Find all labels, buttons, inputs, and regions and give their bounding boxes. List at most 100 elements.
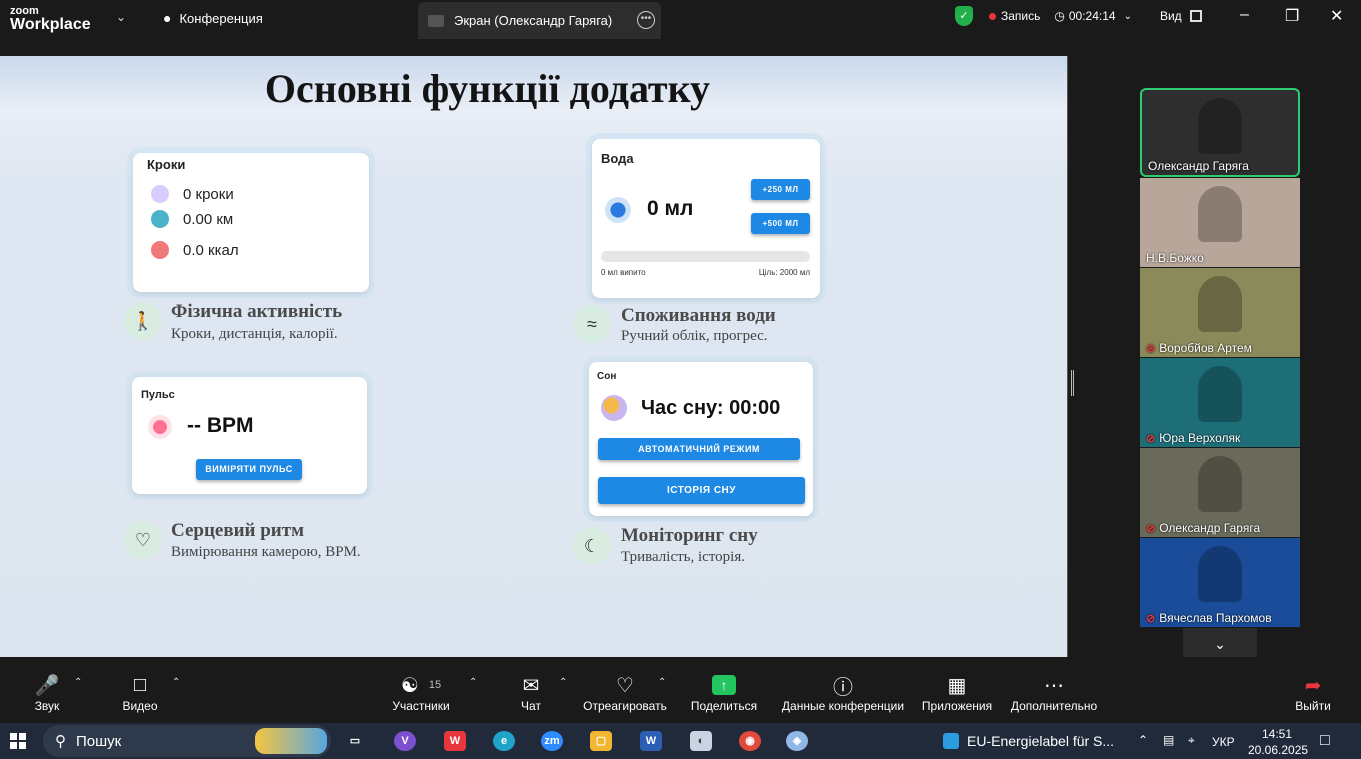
zoom-taskbar-icon[interactable]: zm <box>541 731 563 751</box>
search-highlight-image <box>255 728 327 754</box>
edge-icon[interactable]: e <box>493 731 515 751</box>
participant-video <box>1198 186 1242 242</box>
tray-chevron-icon[interactable]: ⌃ <box>1138 733 1148 747</box>
participants-label: Участники <box>392 699 450 713</box>
minimize-icon[interactable]: – <box>1240 6 1249 24</box>
shared-screen[interactable]: Основні функції додатку Кроки 0 кроки 0.… <box>0 56 1068 657</box>
paint-app-icon[interactable]: ◐ <box>690 731 712 751</box>
participant-tile[interactable]: Олександр Гаряга <box>1140 88 1300 177</box>
measure-pulse-button[interactable]: ВИМІРЯТИ ПУЛЬС <box>196 459 302 480</box>
more-button[interactable]: ⋯ Дополнительно <box>1008 671 1100 714</box>
sleep-card-title: Сон <box>597 371 617 382</box>
taskbar-notification[interactable]: EU-Energielabel für S... <box>943 733 1114 749</box>
search-icon: ⚲ <box>55 733 66 750</box>
chrome-icon[interactable]: ◉ <box>739 731 761 751</box>
apps-label: Приложения <box>921 699 993 713</box>
windows-taskbar: ⚲ Пошук ▭ V W e zm ▢ W ◐ ◉ ◈ EU-Energiel… <box>0 723 1361 759</box>
feature-title-sleep: Моніторинг сну <box>621 525 758 546</box>
close-icon[interactable]: ✕ <box>1330 6 1343 26</box>
tab-screen-share[interactable]: Экран (Олександр Гаряга) ••• <box>418 2 661 39</box>
zoom-logo: zoom Workplace <box>10 3 91 33</box>
participant-tile[interactable]: ⊘ Юра Верхоляк <box>1140 358 1300 447</box>
heart-icon <box>148 415 172 439</box>
taskbar-search[interactable]: ⚲ Пошук <box>43 725 331 757</box>
record-dot-icon <box>989 12 996 20</box>
participant-tile[interactable]: ⊘ Вячеслав Пархомов <box>1140 538 1300 627</box>
file-explorer-icon[interactable]: ▢ <box>590 731 612 751</box>
react-caret-icon[interactable]: ⌃ <box>658 677 666 688</box>
record-label[interactable]: Запись <box>1001 9 1040 23</box>
view-button[interactable]: Вид <box>1160 9 1182 23</box>
mic-muted-icon: ⊘ <box>1146 612 1156 625</box>
wps-office-icon[interactable]: W <box>444 731 466 751</box>
participant-name-text: Н.В.Божко <box>1146 251 1204 265</box>
panel-splitter[interactable] <box>1071 370 1074 396</box>
feature-title-water: Споживання води <box>621 305 776 326</box>
participant-name-text: Воробйов Артем <box>1159 341 1252 355</box>
chevron-down-icon[interactable]: ⌄ <box>116 10 126 24</box>
participant-tile[interactable]: Н.В.Божко <box>1140 178 1300 267</box>
sleep-history-button[interactable]: ІСТОРІЯ СНУ <box>598 477 805 504</box>
share-button[interactable]: ↑ Поделиться <box>688 671 760 713</box>
video-caret-icon[interactable]: ⌃ <box>172 677 180 688</box>
chat-caret-icon[interactable]: ⌃ <box>559 677 567 688</box>
water-amount: 0 мл <box>647 197 694 220</box>
participant-video <box>1198 546 1242 602</box>
exit-icon: ➦ <box>1304 674 1322 697</box>
tray-app-icon[interactable]: ▤ <box>1163 733 1174 747</box>
participants-button[interactable]: ☯ 15 Участники <box>390 671 452 714</box>
people-icon: ☯ 15 <box>400 674 442 697</box>
water-card-title: Вода <box>601 151 634 166</box>
tab-meeting[interactable]: ● Конференция <box>163 10 263 26</box>
pulse-card: Пульс -- BPM ВИМІРЯТИ ПУЛЬС <box>132 377 367 494</box>
add-250ml-button[interactable]: +250 МЛ <box>751 179 810 200</box>
chat-button[interactable]: ✉ Чат <box>514 671 548 714</box>
grid-icon[interactable] <box>1189 10 1202 22</box>
camera-icon: □ <box>133 673 147 696</box>
windows-start-icon[interactable] <box>10 733 26 749</box>
walking-icon: 🚶 <box>124 302 162 340</box>
location-icon <box>151 210 169 228</box>
paint-palette-icon[interactable]: ◈ <box>786 731 808 751</box>
react-label: Отреагировать <box>583 699 667 713</box>
language-indicator[interactable]: УКР <box>1212 735 1235 749</box>
shield-icon[interactable]: ✓ <box>955 6 973 26</box>
moon-cloud-icon <box>601 395 627 421</box>
meeting-info-button[interactable]: ⓘ Данные конференции <box>780 671 906 714</box>
audio-button[interactable]: 🎤 Звук <box>27 671 67 714</box>
auto-mode-button[interactable]: АВТОМАТИЧНИЙ РЕЖИМ <box>598 438 800 460</box>
maximize-icon[interactable]: ❐ <box>1285 6 1299 26</box>
word-icon[interactable]: W <box>640 731 662 751</box>
participant-tile[interactable]: ⊘ Олександр Гаряга <box>1140 448 1300 537</box>
title-bar: zoom Workplace ⌄ ● Конференция Экран (Ол… <box>0 0 1361 39</box>
meeting-timer: 00:24:14 <box>1068 9 1116 23</box>
taskbar-date[interactable]: 20.06.2025 <box>1248 743 1308 757</box>
leave-button[interactable]: ➦ Выйти <box>1292 671 1334 714</box>
task-view-icon[interactable]: ▭ <box>344 731 366 751</box>
water-progress-bar <box>601 251 810 262</box>
participant-video <box>1198 366 1242 422</box>
participant-video <box>1198 98 1242 154</box>
notifications-icon[interactable]: □ <box>1320 732 1330 750</box>
wifi-icon[interactable]: ⌖ <box>1188 733 1195 748</box>
react-button[interactable]: ♡ Отреагировать <box>582 671 668 714</box>
audio-caret-icon[interactable]: ⌃ <box>74 677 82 688</box>
viber-icon[interactable]: V <box>394 731 416 751</box>
add-500ml-button[interactable]: +500 МЛ <box>751 213 810 234</box>
participant-tile[interactable]: ⊘ Воробйов Артем <box>1140 268 1300 357</box>
calories-value: 0.0 ккал <box>183 241 239 259</box>
more-label: Дополнительно <box>1010 699 1098 713</box>
chevron-down-icon[interactable]: ⌄ <box>1124 11 1132 22</box>
shoe-icon <box>151 185 169 203</box>
apps-button[interactable]: ▦ Приложения <box>918 671 996 714</box>
mic-muted-icon: ⊘ <box>1146 522 1156 535</box>
participant-video <box>1198 276 1242 332</box>
more-options-icon[interactable]: ••• <box>637 11 655 29</box>
taskbar-time[interactable]: 14:51 <box>1262 727 1292 741</box>
participant-video <box>1198 456 1242 512</box>
screen-thumb-icon <box>428 14 444 27</box>
participants-caret-icon[interactable]: ⌃ <box>469 677 477 688</box>
video-button[interactable]: □ Видео <box>118 671 162 714</box>
audio-label: Звук <box>34 699 60 713</box>
calories-row: 0.0 ккал <box>151 241 239 259</box>
